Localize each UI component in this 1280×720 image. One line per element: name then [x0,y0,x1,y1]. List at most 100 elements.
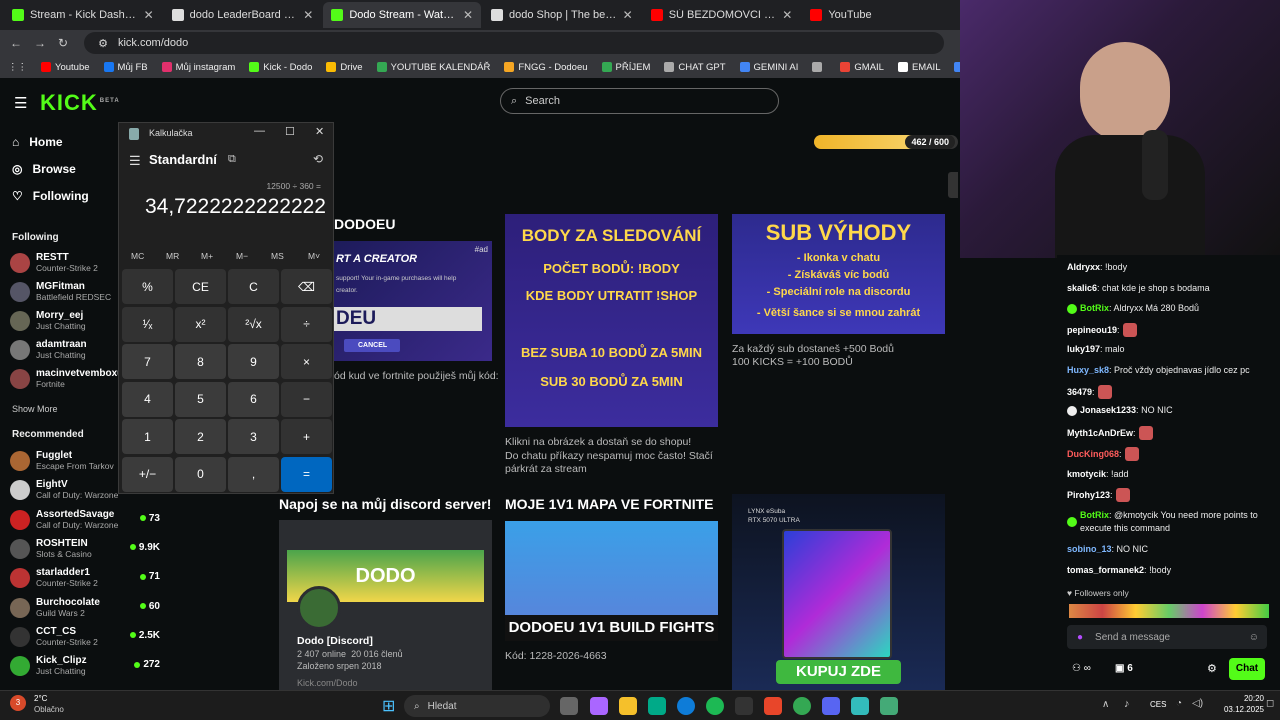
chat-username[interactable]: sobino_13 [1067,544,1112,554]
bookmark-6[interactable]: FNGG - Dodoeu [504,62,588,73]
menu-icon[interactable]: ☰ [14,94,27,112]
notification-bell-icon[interactable]: ◻ [1266,698,1274,709]
tab-4[interactable]: SÚ BEZDOMOVCI V DUBAJI?! -✕ [643,2,801,28]
calc-key[interactable]: % [122,269,173,304]
collapse-chat-button[interactable] [948,172,958,198]
calc-key[interactable]: 1 [122,419,173,454]
calc-key[interactable]: ²√x [228,306,279,342]
discord-icon[interactable] [822,697,840,715]
store-icon[interactable] [648,697,666,715]
bookmark-5[interactable]: YOUTUBE KALENDÁŘ [376,62,490,73]
tab-1[interactable]: dodo LeaderBoard | The best C✕ [164,2,322,28]
tab-3[interactable]: dodo Shop | The best ChatBot✕ [483,2,641,28]
forward-icon[interactable]: → [34,36,46,50]
sidebar-channel[interactable]: Kick_Clipz Just Chatting 272 [10,654,160,678]
calculator-taskbar-icon[interactable] [880,697,898,715]
calc-key[interactable]: 0 [175,456,226,492]
tab-5[interactable]: YouTube [802,2,960,28]
history-icon[interactable]: ⟲ [313,152,323,166]
calc-key[interactable]: 4 [122,381,173,417]
sidebar-channel[interactable]: CCT_CS Counter-Strike 2 2.5K [10,625,160,649]
mc-button[interactable]: MC [131,251,144,261]
calc-key[interactable]: 3 [228,419,279,454]
edge-icon[interactable] [677,697,695,715]
calc-key[interactable]: 7 [122,344,173,379]
keep-on-top-icon[interactable]: ⧉ [228,153,236,166]
calc-key[interactable]: 8 [175,344,226,379]
close-icon[interactable]: ✕ [303,8,313,22]
close-icon[interactable]: ✕ [782,8,792,22]
bookmark-10[interactable] [812,62,826,72]
calc-key[interactable]: , [228,456,279,492]
chat-username[interactable]: 36479 [1067,387,1092,397]
chat-username[interactable]: Aldryxx [1067,262,1100,272]
task-view-icon[interactable] [560,697,578,715]
windows-start-icon[interactable]: ⊞ [382,696,395,716]
app-icon[interactable] [851,697,869,715]
back-icon[interactable]: ← [10,36,22,50]
points-icon[interactable]: ⚇ ∞ [1072,663,1091,674]
chat-username[interactable]: luky197 [1067,344,1100,354]
apps-icon[interactable]: ⋮⋮ [8,62,27,73]
show-more-link[interactable]: Show More [12,404,58,414]
maximize-button[interactable]: ☐ [285,125,295,138]
chat-username[interactable]: Jonasek1233 [1080,405,1136,415]
calc-key[interactable]: ÷ [281,306,332,342]
discord-panel[interactable]: DODO Dodo [Discord] 2 407 online 20 016 … [279,520,492,690]
calc-key[interactable]: 6 [228,381,279,417]
sidebar-channel[interactable]: Burchocolate Guild Wars 2 60 [10,596,160,620]
url-field[interactable]: ⚙ kick.com/dodo [84,32,945,54]
chat-input[interactable]: ● Send a message ☺ [1067,625,1267,649]
taskbar-search[interactable]: ⌕ Hledat [404,695,550,717]
sidebar-channel[interactable]: starladder1 Counter-Strike 2 71 [10,566,160,590]
bookmark-11[interactable]: GMAIL [840,62,884,73]
chat-username[interactable]: kmotycik [1067,469,1106,479]
chat-username[interactable]: pepineou19 [1067,325,1117,335]
close-icon[interactable]: ✕ [463,8,473,22]
calc-key[interactable]: × [281,344,332,379]
buy-button[interactable]: KUPUJ ZDE [776,660,901,684]
chrome-icon[interactable] [793,697,811,715]
bookmark-9[interactable]: GEMINI AI [739,62,798,73]
bookmark-1[interactable]: Můj FB [103,62,148,73]
reload-icon[interactable]: ↻ [58,36,68,50]
bookmark-4[interactable]: Drive [326,62,363,73]
microphone-icon[interactable]: ● [1077,632,1083,643]
tab-0[interactable]: Stream - Kick Dashboard✕ [4,2,162,28]
calc-key[interactable]: = [281,456,332,492]
sidebar-channel[interactable]: AssortedSavage Call of Duty: Warzone 73 [10,508,160,532]
terminal-icon[interactable] [735,697,753,715]
calc-key[interactable]: 9 [228,344,279,379]
search-input[interactable]: ⌕ Search [500,88,779,114]
m-plus-button[interactable]: M+ [201,251,213,261]
language-indicator[interactable]: CES [1150,700,1166,709]
calc-key[interactable]: +/− [122,456,173,492]
emote-strip[interactable] [1069,604,1269,618]
volume-icon[interactable]: ◁) [1192,698,1203,709]
calc-key[interactable]: + [281,419,332,454]
chat-username[interactable]: Pirohy123 [1067,490,1110,500]
chat-username[interactable]: DucKing068 [1067,449,1119,459]
chat-username[interactable]: Myth1cAnDrEw [1067,428,1133,438]
calc-key[interactable]: CE [175,269,226,304]
close-icon[interactable]: ✕ [144,8,154,22]
file-explorer-icon[interactable] [619,697,637,715]
obs-icon[interactable] [764,697,782,715]
calc-key[interactable]: C [228,269,279,304]
emoji-icon[interactable]: ☺ [1249,632,1259,643]
close-button[interactable]: ✕ [315,125,324,138]
chat-username[interactable]: BotRix [1080,303,1109,313]
site-info-icon[interactable]: ⚙ [98,37,108,50]
copilot-icon[interactable] [590,697,608,715]
nav-home[interactable]: ⌂ Home [12,135,63,149]
bookmark-8[interactable]: CHAT GPT [664,62,726,73]
calc-key[interactable]: ¹⁄ₓ [122,306,173,342]
ms-button[interactable]: MS [271,251,284,261]
calc-key[interactable]: 5 [175,381,226,417]
nav-following[interactable]: ♡ Following [12,189,89,203]
mic-tray-icon[interactable]: ♪ [1124,698,1130,710]
chat-username[interactable]: Huxy_sk8 [1067,365,1109,375]
clock-date[interactable]: 03.12.2025 [1212,705,1264,714]
calc-key[interactable]: 2 [175,419,226,454]
bookmark-3[interactable]: Kick - Dodo [249,62,312,73]
